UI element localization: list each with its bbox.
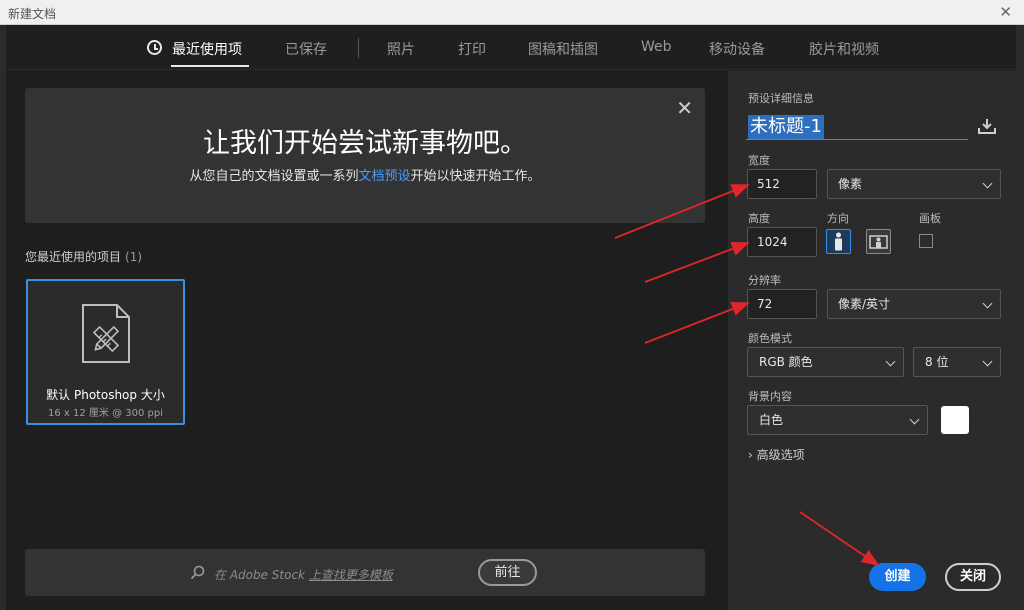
tab-mobile[interactable]: 移动设备 bbox=[709, 39, 765, 59]
landscape-icon bbox=[869, 235, 888, 249]
tab-print[interactable]: 打印 bbox=[458, 39, 486, 59]
tab-web[interactable]: Web bbox=[641, 39, 672, 55]
portrait-orientation-button[interactable] bbox=[826, 229, 851, 254]
category-tab-bar: 最近使用项 已保存 照片 打印 图稿和插图 Web 移动设备 胶片和视频 bbox=[6, 25, 1016, 70]
adobe-stock-search-bar: 在 Adobe Stock 上查找更多模板 前往 bbox=[25, 549, 705, 596]
welcome-banner: 让我们开始尝试新事物吧。 从您自己的文档设置或一系列文档预设开始以快速开始工作。… bbox=[25, 88, 705, 223]
welcome-subtitle-pre: 从您自己的文档设置或一系列 bbox=[189, 169, 359, 184]
search-icon bbox=[190, 565, 205, 580]
portrait-icon bbox=[835, 232, 842, 251]
resolution-unit-select[interactable]: 像素/英寸 bbox=[827, 289, 1001, 319]
bit-depth-value: 8 位 bbox=[925, 355, 949, 369]
document-art-icon bbox=[82, 304, 130, 363]
window-titlebar: 新建文档 ✕ bbox=[0, 0, 1024, 25]
tab-saved[interactable]: 已保存 bbox=[285, 39, 327, 59]
recent-preset-card[interactable]: 默认 Photoshop 大小 16 x 12 厘米 @ 300 ppi bbox=[26, 279, 185, 425]
resolution-input[interactable]: 72 bbox=[747, 289, 817, 319]
width-input[interactable]: 512 bbox=[747, 169, 817, 199]
stock-search-prefix: 在 Adobe Stock bbox=[214, 568, 309, 582]
background-contents-value: 白色 bbox=[759, 413, 784, 427]
height-label: 高度 bbox=[748, 212, 770, 225]
bit-depth-select[interactable]: 8 位 bbox=[913, 347, 1001, 377]
tab-recent[interactable]: 最近使用项 bbox=[172, 39, 242, 59]
recent-items-count: (1) bbox=[125, 250, 143, 264]
advanced-options-toggle[interactable]: › 高级选项 bbox=[748, 446, 805, 463]
background-contents-select[interactable]: 白色 bbox=[747, 405, 928, 435]
preset-card-size: 16 x 12 厘米 @ 300 ppi bbox=[48, 408, 163, 419]
width-unit-select[interactable]: 像素 bbox=[827, 169, 1001, 199]
preset-details-panel: 预设详细信息 未标题-1 宽度 512 像素 高度 1024 方向 画板 分辨率… bbox=[728, 71, 1016, 610]
right-edge bbox=[1016, 25, 1024, 610]
active-tab-underline bbox=[171, 65, 249, 67]
welcome-subtitle: 从您自己的文档设置或一系列文档预设开始以快速开始工作。 bbox=[25, 165, 705, 184]
advanced-options-label: 高级选项 bbox=[756, 448, 805, 462]
stock-search-input[interactable]: 在 Adobe Stock 上查找更多模板 bbox=[214, 566, 393, 583]
resolution-unit-value: 像素/英寸 bbox=[838, 297, 891, 311]
chevron-right-icon: › bbox=[748, 448, 753, 462]
tab-divider bbox=[358, 38, 359, 58]
recent-items-heading: 您最近使用的项目 (1) bbox=[25, 248, 142, 265]
chevron-down-icon bbox=[982, 178, 993, 189]
color-mode-label: 颜色模式 bbox=[748, 332, 792, 345]
background-contents-label: 背景内容 bbox=[748, 390, 792, 403]
color-mode-value: RGB 颜色 bbox=[759, 355, 813, 369]
go-button[interactable]: 前往 bbox=[478, 559, 537, 586]
window-close-icon[interactable]: ✕ bbox=[999, 3, 1012, 21]
clock-icon bbox=[147, 40, 162, 55]
main-content: 让我们开始尝试新事物吧。 从您自己的文档设置或一系列文档预设开始以快速开始工作。… bbox=[6, 71, 726, 610]
banner-close-icon[interactable]: ✕ bbox=[676, 96, 693, 120]
landscape-orientation-button[interactable] bbox=[866, 229, 891, 254]
stock-search-link-text: 上查找更多模板 bbox=[308, 568, 393, 582]
preset-card-name: 默认 Photoshop 大小 bbox=[46, 388, 165, 402]
document-name-underline bbox=[746, 139, 968, 140]
tab-art-illustration[interactable]: 图稿和插图 bbox=[528, 39, 598, 59]
recent-items-label: 您最近使用的项目 bbox=[25, 250, 122, 264]
save-preset-icon[interactable] bbox=[978, 118, 996, 134]
welcome-title: 让我们开始尝试新事物吧。 bbox=[203, 128, 527, 159]
document-presets-link[interactable]: 文档预设 bbox=[358, 169, 410, 184]
width-unit-value: 像素 bbox=[838, 177, 863, 191]
welcome-subtitle-post: 开始以快速开始工作。 bbox=[410, 169, 541, 184]
color-mode-select[interactable]: RGB 颜色 bbox=[747, 347, 904, 377]
preset-details-label: 预设详细信息 bbox=[748, 92, 814, 105]
tab-photo[interactable]: 照片 bbox=[387, 39, 415, 59]
background-color-swatch[interactable] bbox=[941, 406, 969, 434]
height-input[interactable]: 1024 bbox=[747, 227, 817, 257]
resolution-label: 分辨率 bbox=[748, 274, 781, 287]
chevron-down-icon bbox=[982, 356, 993, 367]
width-label: 宽度 bbox=[748, 154, 770, 167]
close-button[interactable]: 关闭 bbox=[945, 563, 1001, 591]
artboard-checkbox[interactable] bbox=[919, 234, 933, 248]
artboard-label: 画板 bbox=[919, 212, 941, 225]
chevron-down-icon bbox=[885, 356, 896, 367]
chevron-down-icon bbox=[909, 414, 920, 425]
tab-film-video[interactable]: 胶片和视频 bbox=[809, 39, 879, 59]
window-title: 新建文档 bbox=[8, 7, 57, 21]
document-name-input[interactable]: 未标题-1 bbox=[748, 115, 824, 139]
create-button[interactable]: 创建 bbox=[869, 563, 926, 591]
chevron-down-icon bbox=[982, 298, 993, 309]
orientation-label: 方向 bbox=[827, 212, 849, 225]
